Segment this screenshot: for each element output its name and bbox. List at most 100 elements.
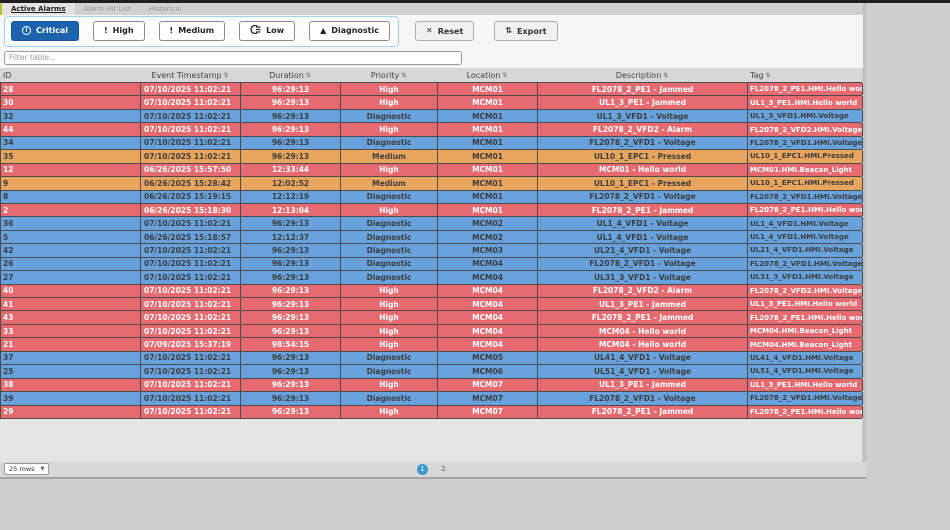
table-row[interactable]: 29 07/10/2025 11:02:21 96:29:13 High MCM07 FL… [0,405,863,419]
export-arrows-icon: ⇅ [505,26,513,35]
filter-button-critical[interactable]: ! Critical [11,20,80,41]
table-row[interactable]: 37 07/10/2025 11:02:21 96:29:13 Diagnostic M… [0,351,863,366]
table-row[interactable]: 26 07/10/2025 11:02:21 96:29:13 Diagnostic M… [0,257,863,272]
table-row[interactable]: 39 07/10/2025 11:02:21 96:29:13 Diagnostic M… [0,392,863,406]
cell-timestamp: 07/10/2025 11:02:21 [141,298,241,311]
cell-description: FL2078_2_VFD1 - Voltage [538,392,748,405]
cell-duration: 96:29:13 [241,284,341,297]
cell-duration: 12:13:04 [241,203,341,217]
filter-button-medium[interactable]: ! Medium [158,20,226,41]
cell-priority: Diagnostic [341,392,438,405]
column-header-tag[interactable]: Tag ⇅ [747,71,862,80]
cell-timestamp: 07/10/2025 11:02:21 [141,109,241,123]
table-row[interactable]: 8 06/26/2025 15:19:15 12:12:19 Diagnostic MC… [0,190,863,204]
cell-location: MCM04 [438,324,538,338]
filter-table-input[interactable] [4,50,462,65]
cell-location: MCM07 [438,378,538,392]
reset-button[interactable]: ✕ Reset [415,21,475,41]
table-row[interactable]: 9 06/26/2025 15:28:42 12:02:52 Medium MCM01 U… [0,177,863,191]
filter-button-high[interactable]: ! High [93,20,145,41]
table-row[interactable]: 34 07/10/2025 11:02:21 96:29:13 Diagnostic M… [0,136,863,151]
cell-tag: UL1_4_VFD1.HMI.Voltage [748,217,863,230]
table-row[interactable]: 41 07/10/2025 11:02:21 96:29:13 High MCM04 UL… [0,298,863,312]
cell-priority: High [341,405,438,418]
table-row[interactable]: 28 07/10/2025 11:02:21 96:29:13 High MCM01 FL… [0,83,863,97]
cell-priority: Diagnostic [341,136,438,150]
page-button-1[interactable]: 1 [417,463,428,475]
chevron-down-icon: ▼ [40,466,45,473]
cell-location: MCM04 [438,298,538,311]
cell-duration: 96:29:13 [241,257,341,271]
column-header-label: Description [615,70,662,80]
table-row[interactable]: 43 07/10/2025 11:02:21 96:29:13 High MCM04 FL… [0,311,863,325]
filter-button-diagnostic[interactable]: ▲ Diagnostic [309,20,390,41]
cell-duration: 96:29:13 [241,244,341,257]
export-button-label: Export [517,26,547,36]
cell-tag: MCM04.HMI.Beacon_Light [748,324,863,338]
column-header-priority[interactable]: Priority ⇅ [340,71,437,80]
table-row[interactable]: 27 07/10/2025 11:02:21 96:29:13 Diagnostic M… [0,271,863,285]
cell-duration: 96:29:13 [241,150,341,163]
cell-location: MCM04 [438,284,538,297]
cell-duration: 96:29:13 [241,311,341,324]
cell-tag: UL41_4_VFD1.HMI.Voltage [748,351,863,365]
table-row[interactable]: 21 07/09/2025 15:37:19 98:54:15 High MCM04 MC… [0,338,863,352]
table-row[interactable]: 40 07/10/2025 11:02:21 96:29:13 High MCM04 FL… [0,284,863,298]
cell-timestamp: 07/10/2025 11:02:21 [141,123,241,136]
table-row[interactable]: 36 07/10/2025 11:02:21 96:29:13 Diagnostic M… [0,217,863,231]
table-row[interactable]: 30 07/10/2025 11:02:21 96:29:13 High MCM01 UL… [0,96,863,110]
cell-id: 41 [1,298,141,311]
column-header-label: Priority [370,70,400,80]
table-row[interactable]: 38 07/10/2025 11:02:21 96:29:13 High MCM07 UL… [0,378,863,393]
cell-timestamp: 07/10/2025 11:02:21 [141,83,241,96]
table-row[interactable]: 12 06/26/2025 15:57:50 12:33:44 High MCM01 MC… [0,163,863,178]
cell-description: UL1_4_VFD1 - Voltage [538,217,748,230]
column-header-description[interactable]: Description ⇅ [537,71,747,80]
cell-description: MCM04 - Hello world [538,338,748,351]
column-header-duration[interactable]: Duration ⇅ [240,71,340,80]
cell-location: MCM01 [438,96,538,109]
exclamation-icon: ! [169,25,174,35]
tab-alarm-hit-list[interactable]: Alarm Hit List [75,3,140,15]
cell-duration: 96:29:13 [241,298,341,311]
cell-id: 28 [1,83,141,96]
tab-active-alarms[interactable]: Active Alarms [2,3,75,15]
tab-historical[interactable]: Historical [140,3,191,15]
column-header-location[interactable]: Location ⇅ [437,71,537,80]
cell-id: 34 [1,136,141,150]
cell-tag: UL10_1_EPC1.HMI.Pressed [748,150,863,163]
table-empty-area [0,418,862,462]
table-row[interactable]: 32 07/10/2025 11:02:21 96:29:13 Diagnostic M… [0,109,863,124]
table-row[interactable]: 33 07/10/2025 11:02:21 96:29:13 High MCM04 MC… [0,324,863,339]
circle-exclamation-icon: ! [22,26,31,35]
table-row[interactable]: 25 07/10/2025 11:02:21 96:29:13 Diagnostic M… [0,365,863,379]
cell-id: 30 [1,96,141,109]
cell-priority: Diagnostic [341,230,438,244]
table-row[interactable]: 5 06/26/2025 15:18:57 12:12:37 Diagnostic MC… [0,230,863,245]
column-header-event-timestamp[interactable]: Event Timestamp ⇅ [140,71,240,80]
cell-description: FL2078_2_PE1 - Jammed [538,83,748,96]
table-row[interactable]: 44 07/10/2025 11:02:21 96:29:13 High MCM01 FL… [0,123,863,137]
table-row[interactable]: 2 06/26/2025 15:18:30 12:13:04 High MCM01 FL2… [0,203,863,218]
cell-id: 42 [1,244,141,257]
cell-id: 44 [1,123,141,136]
page-button-2[interactable]: 2 [438,464,449,475]
cell-id: 37 [1,351,141,365]
rows-per-page-select[interactable]: 25 rows ▼ [4,463,50,476]
cell-priority: High [341,338,438,351]
tab-bar: Active Alarms Alarm Hit List Historical [0,3,863,15]
cell-timestamp: 06/26/2025 15:28:42 [141,177,241,190]
cell-timestamp: 06/26/2025 15:18:30 [141,203,241,217]
cell-duration: 96:29:13 [241,271,341,284]
export-button[interactable]: ⇅ Export [494,21,558,41]
table-row[interactable]: 42 07/10/2025 11:02:21 96:29:13 Diagnostic M… [0,244,863,258]
cell-location: MCM02 [438,217,538,230]
filter-button-low[interactable]: Low [239,20,296,41]
column-header-label: Location [466,70,501,80]
cell-timestamp: 07/10/2025 11:02:21 [141,351,241,365]
cell-id: 21 [1,338,141,351]
table-row[interactable]: 35 07/10/2025 11:02:21 96:29:13 Medium MCM01… [0,150,863,164]
cell-priority: Diagnostic [341,271,438,284]
cell-timestamp: 07/10/2025 11:02:21 [141,217,241,230]
cell-id: 39 [1,392,141,405]
